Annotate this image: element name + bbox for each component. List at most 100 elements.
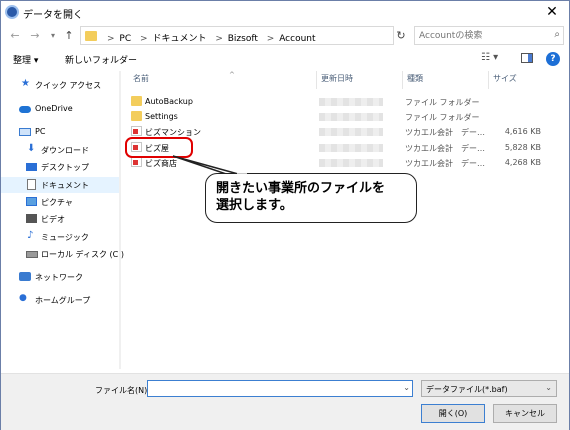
filename-label: ファイル名(N):: [95, 386, 150, 395]
video-icon: [26, 214, 37, 223]
search-icon[interactable]: ⌕: [554, 29, 560, 40]
breadcrumb-separator: >: [140, 34, 148, 44]
navigation-bar: ← → ▾ ↑ > PC > ドキュメント > Bizsoft > Accoun…: [1, 25, 569, 47]
breadcrumb-pc[interactable]: PC: [119, 34, 131, 44]
data-file-icon: [131, 157, 142, 167]
open-file-dialog: データを開く ✕ ← → ▾ ↑ > PC > ドキュメント > Bizsoft…: [0, 0, 570, 430]
network-icon: [19, 272, 31, 281]
sidebar-item-videos[interactable]: ビデオ: [1, 211, 119, 227]
file-type: ツカエル会計 デー…: [405, 128, 485, 137]
list-item[interactable]: Settings ファイル フォルダー: [121, 109, 569, 124]
file-type: ツカエル会計 デー…: [405, 159, 485, 168]
forward-arrow-icon[interactable]: →: [27, 28, 43, 44]
toolbar: 整理 ▾ 新しいフォルダー ☷ ▾ ?: [1, 51, 569, 69]
search-box[interactable]: ⌕: [414, 26, 564, 45]
sidebar-item-label: PC: [35, 127, 46, 136]
file-size: 5,828 KB: [504, 143, 541, 152]
sidebar-item-label: OneDrive: [35, 104, 73, 113]
column-header-date[interactable]: 更新日時: [317, 71, 403, 89]
organize-button[interactable]: 整理 ▾: [13, 53, 38, 66]
sidebar-item-label: デスクトップ: [41, 163, 89, 172]
recent-locations-icon[interactable]: ▾: [45, 28, 61, 44]
sidebar-item-music[interactable]: ♪ ミュージック: [1, 229, 119, 245]
desktop-icon: [26, 163, 37, 171]
sidebar-item-label: ピクチャ: [41, 198, 73, 207]
computer-icon: [19, 128, 31, 136]
document-icon: [27, 179, 36, 190]
column-header-type[interactable]: 種類: [403, 71, 489, 89]
sidebar-item-label: ドキュメント: [41, 181, 89, 190]
address-bar[interactable]: > PC > ドキュメント > Bizsoft > Account: [80, 26, 394, 45]
sidebar-item-downloads[interactable]: ⬇ ダウンロード: [1, 142, 119, 158]
chevron-down-icon[interactable]: ⌄: [403, 383, 410, 392]
open-button[interactable]: 開く(O): [421, 404, 485, 423]
cancel-button[interactable]: キャンセル: [493, 404, 557, 423]
folder-icon: [85, 31, 97, 41]
new-folder-button[interactable]: 新しいフォルダー: [65, 53, 137, 66]
sidebar-item-pc[interactable]: PC: [1, 124, 119, 140]
cloud-icon: [19, 106, 31, 113]
data-file-icon: [131, 126, 142, 136]
column-header-label: 名前: [133, 74, 149, 83]
folder-icon: [131, 111, 142, 121]
breadcrumb-separator: >: [266, 34, 275, 44]
breadcrumb-documents[interactable]: ドキュメント: [152, 34, 206, 44]
navigation-pane: ★ クイック アクセス OneDrive PC ⬇ ダウンロード デスクトップ …: [1, 71, 124, 369]
breadcrumb: > PC > ドキュメント > Bizsoft > Account: [103, 31, 318, 44]
back-arrow-icon[interactable]: ←: [7, 28, 23, 44]
sidebar-item-documents[interactable]: ドキュメント: [1, 177, 119, 193]
title-bar: データを開く ✕: [1, 1, 569, 23]
search-input[interactable]: [415, 27, 545, 44]
homegroup-icon: ●: [19, 293, 27, 303]
sidebar-item-quick-access[interactable]: ★ クイック アクセス: [1, 77, 119, 93]
sidebar-item-label: クイック アクセス: [35, 81, 102, 90]
sidebar-item-label: ミュージック: [41, 233, 89, 242]
file-type: ツカエル会計 デー…: [405, 144, 485, 153]
breadcrumb-bizsoft[interactable]: Bizsoft: [228, 34, 258, 44]
column-header-name[interactable]: 名前 ^: [129, 71, 317, 89]
refresh-icon[interactable]: ↻: [394, 26, 408, 45]
date-redacted: [319, 144, 383, 152]
filetype-value: データファイル(*.baf): [426, 385, 508, 394]
date-redacted: [319, 128, 383, 136]
filename-combobox[interactable]: ⌄: [147, 380, 413, 397]
sidebar-item-onedrive[interactable]: OneDrive: [1, 101, 119, 117]
pictures-icon: [26, 197, 37, 206]
filename-input[interactable]: [148, 381, 396, 396]
file-name: ビズ商店: [145, 159, 177, 168]
sidebar-item-network[interactable]: ネットワーク: [1, 269, 119, 285]
sidebar-item-label: ホームグループ: [35, 296, 91, 305]
file-name: Settings: [145, 112, 178, 121]
callout-text: 開きたい事業所のファイルを 選択します。: [216, 181, 386, 213]
dialog-footer: ファイル名(N): ⌄ データファイル(*.baf) ⌄ 開く(O) キャンセル: [1, 373, 569, 430]
file-type: ファイル フォルダー: [405, 113, 480, 122]
close-icon[interactable]: ✕: [537, 1, 567, 23]
file-size: 4,268 KB: [504, 158, 541, 167]
up-arrow-icon[interactable]: ↑: [61, 28, 77, 44]
sidebar-item-label: ビデオ: [41, 215, 65, 224]
folder-icon: [131, 96, 142, 106]
sidebar-item-label: ローカル ディスク (C:): [41, 250, 125, 259]
view-options-icon[interactable]: ☷ ▾: [481, 52, 498, 63]
file-size: 4,616 KB: [504, 127, 541, 136]
sidebar-item-local-disk[interactable]: ローカル ディスク (C:): [1, 246, 124, 262]
app-icon: [5, 5, 19, 19]
sort-caret-icon: ^: [229, 71, 235, 79]
column-header-size[interactable]: サイズ: [489, 71, 545, 89]
help-icon[interactable]: ?: [546, 52, 560, 66]
breadcrumb-account[interactable]: Account: [279, 34, 315, 44]
sidebar-item-label: ダウンロード: [41, 146, 89, 155]
sidebar-item-desktop[interactable]: デスクトップ: [1, 159, 119, 175]
window-title: データを開く: [23, 10, 83, 21]
sidebar-item-label: ネットワーク: [35, 273, 83, 282]
sidebar-item-homegroup[interactable]: ● ホームグループ: [1, 292, 119, 308]
breadcrumb-separator: >: [215, 34, 223, 44]
filetype-select[interactable]: データファイル(*.baf) ⌄: [421, 380, 557, 397]
chevron-down-icon: ⌄: [545, 383, 552, 392]
selection-highlight: [125, 137, 193, 158]
preview-pane-icon[interactable]: [521, 53, 533, 63]
file-type: ファイル フォルダー: [405, 98, 480, 107]
file-name: AutoBackup: [145, 97, 193, 106]
list-item[interactable]: AutoBackup ファイル フォルダー: [121, 94, 569, 109]
sidebar-item-pictures[interactable]: ピクチャ: [1, 194, 119, 210]
